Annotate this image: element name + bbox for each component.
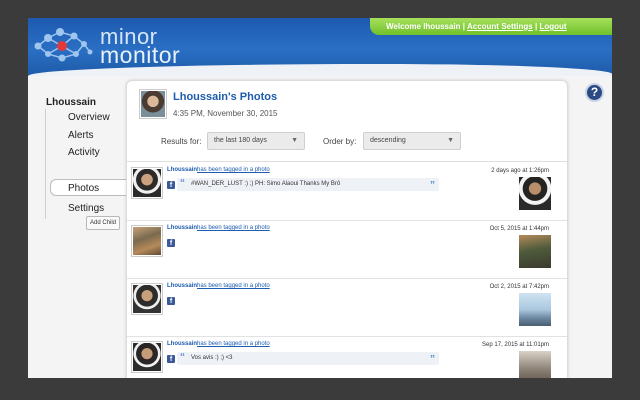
logout-link[interactable]: Logout — [539, 22, 566, 31]
results-range-value: the last 180 days — [214, 137, 267, 144]
sidebar-item-overview[interactable]: Overview — [68, 112, 110, 123]
logo-network-icon — [34, 28, 93, 62]
row-action-link[interactable]: has been tagged in a photo — [197, 167, 270, 173]
row-action-link[interactable]: has been tagged in a photo — [197, 225, 270, 231]
row-action-link[interactable]: has been tagged in a photo — [197, 283, 270, 289]
profile-avatar — [139, 89, 167, 119]
sidebar-item-alerts[interactable]: Alerts — [68, 130, 94, 141]
results-range-select[interactable]: the last 180 days ▼ — [207, 132, 305, 150]
tagged-user-avatar[interactable] — [131, 225, 163, 257]
quote-close-icon: ” — [430, 354, 435, 365]
results-label: Results for: — [161, 137, 202, 146]
quote-open-icon: “ — [180, 178, 185, 189]
chevron-down-icon: ▼ — [291, 137, 298, 144]
tagged-photo-thumbnail[interactable] — [519, 177, 551, 210]
divider — [127, 161, 567, 162]
add-child-button[interactable]: Add Child — [86, 216, 120, 230]
quote-open-icon: “ — [180, 352, 185, 363]
page-title: Lhoussain's Photos — [173, 91, 278, 103]
logo-line-monitor: monitor — [100, 42, 181, 68]
row-date: Oct 5, 2015 at 1:44pm — [489, 226, 549, 232]
chevron-down-icon: ▼ — [447, 137, 454, 144]
minor-monitor-logo[interactable]: minor monitor — [32, 24, 212, 68]
row-user-name[interactable]: Lhoussain — [167, 341, 197, 347]
order-value: descending — [370, 137, 406, 144]
facebook-icon: f — [167, 239, 175, 247]
welcome-bar: Welcome lhoussain | Account Settings | L… — [370, 18, 612, 35]
logo-text: minor monitor — [100, 26, 181, 68]
tagged-photo-thumbnail[interactable] — [519, 293, 551, 326]
tagged-user-avatar[interactable] — [131, 283, 163, 315]
photo-row: Lhoussain has been tagged in a photo Sep… — [127, 337, 567, 378]
quote-close-icon: ” — [430, 180, 435, 191]
row-user-name[interactable]: Lhoussain — [167, 225, 197, 231]
row-user-name[interactable]: Lhoussain — [167, 167, 197, 173]
help-icon[interactable]: ? — [585, 83, 604, 102]
tagged-photo-thumbnail[interactable] — [519, 235, 551, 268]
photo-caption: “ Vos avis :) ;) <3 ” — [177, 352, 439, 365]
row-date: Sep 17, 2015 at 11:01pm — [482, 342, 549, 348]
tagged-user-avatar[interactable] — [131, 167, 163, 199]
facebook-icon: f — [167, 297, 175, 305]
photo-caption: “ #WAN_DER_LUST :) ;) PH: Simo Alaoui Th… — [177, 178, 439, 191]
header: minor monitor Welcome lhoussain | Accoun… — [28, 18, 612, 76]
app-frame: minor monitor Welcome lhoussain | Accoun… — [28, 18, 612, 378]
caption-text: #WAN_DER_LUST :) ;) PH: Simo Alaoui Than… — [191, 181, 341, 187]
sidebar-user-name: Lhoussain — [46, 97, 97, 108]
photo-row: Lhoussain has been tagged in a photo 2 d… — [127, 163, 567, 221]
photo-row: Lhoussain has been tagged in a photo Oct… — [127, 221, 567, 279]
welcome-text: Welcome lhoussain — [386, 22, 461, 31]
facebook-icon: f — [167, 355, 175, 363]
account-settings-link[interactable]: Account Settings — [467, 22, 533, 31]
page-timestamp: 4:35 PM, November 30, 2015 — [173, 109, 278, 118]
sidebar-item-activity[interactable]: Activity — [68, 147, 100, 158]
sidebar-nav: Overview Alerts Activity Photos Settings — [45, 109, 134, 219]
tagged-user-avatar[interactable] — [131, 341, 163, 373]
separator: | — [534, 22, 538, 31]
facebook-icon: f — [167, 181, 175, 189]
order-select[interactable]: descending ▼ — [363, 132, 461, 150]
separator: | — [462, 22, 466, 31]
row-date: Oct 2, 2015 at 7:42pm — [489, 284, 549, 290]
caption-text: Vos avis :) ;) <3 — [191, 355, 233, 361]
sidebar-item-photos[interactable]: Photos — [68, 183, 99, 194]
tagged-photo-thumbnail[interactable] — [519, 351, 551, 378]
row-action-link[interactable]: has been tagged in a photo — [197, 341, 270, 347]
sidebar-item-settings[interactable]: Settings — [68, 203, 104, 214]
photos-panel: Lhoussain's Photos 4:35 PM, November 30,… — [126, 80, 568, 378]
row-user-name[interactable]: Lhoussain — [167, 283, 197, 289]
row-date: 2 days ago at 1:26pm — [491, 168, 549, 174]
order-label: Order by: — [323, 137, 357, 146]
photo-row: Lhoussain has been tagged in a photo Oct… — [127, 279, 567, 337]
